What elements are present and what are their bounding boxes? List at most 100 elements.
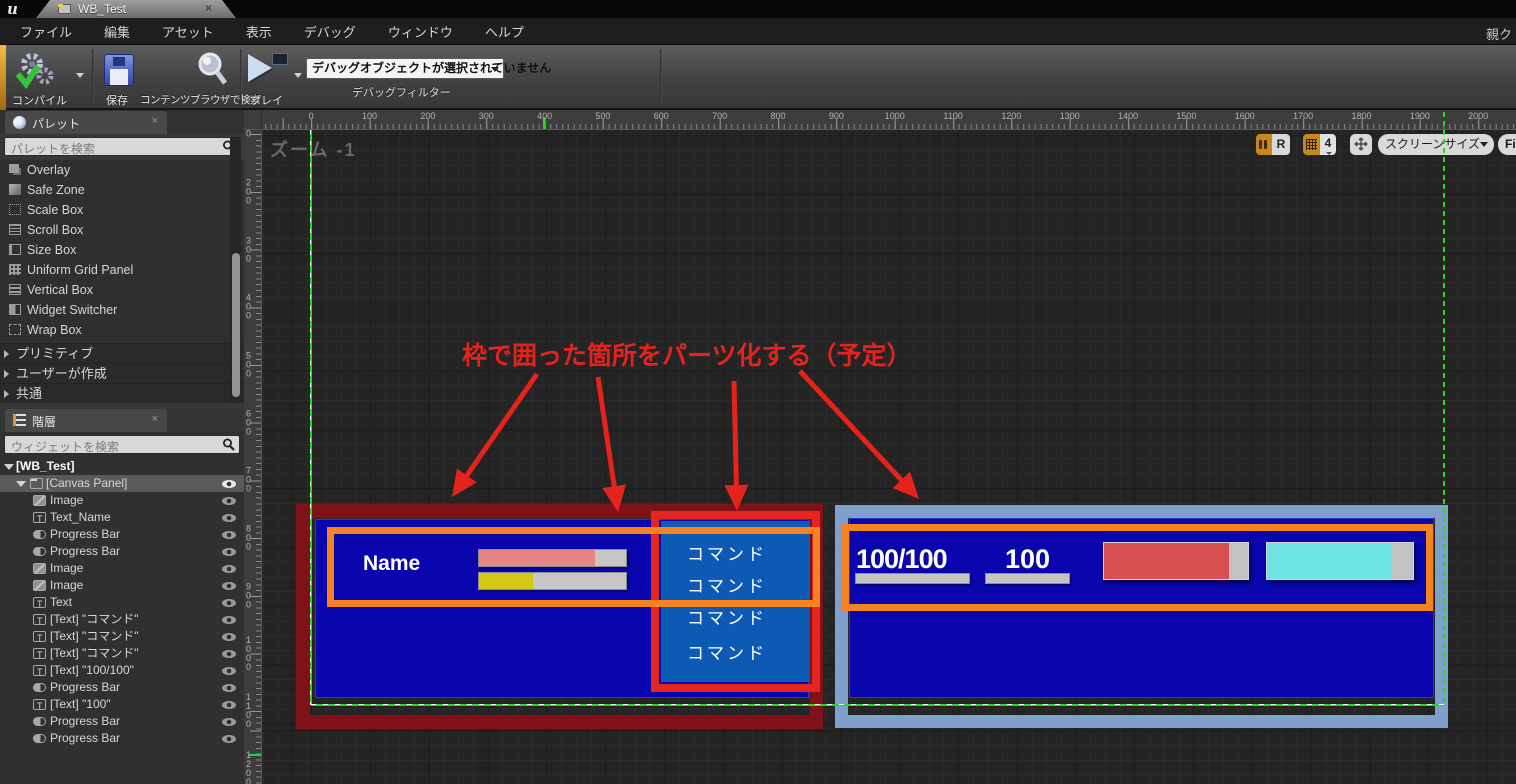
tab-hierarchy[interactable]: 階層 × — [5, 409, 167, 432]
hierarchy-search-input[interactable]: ウィジェットを検索 — [4, 435, 240, 454]
compile-options-caret-icon[interactable] — [76, 73, 84, 78]
respect-locks-button[interactable]: R — [1272, 134, 1290, 155]
visibility-eye-icon[interactable] — [222, 565, 236, 573]
palette-item[interactable]: Widget Switcher — [0, 300, 244, 320]
expander-triangle-icon[interactable] — [4, 464, 14, 470]
hierarchy-row[interactable]: Image — [0, 560, 244, 577]
hierarchy-row[interactable]: [WB_Test] — [0, 458, 244, 475]
play-options-caret-icon[interactable] — [294, 73, 302, 78]
visibility-eye-icon[interactable] — [222, 497, 236, 505]
widget-type-icon — [9, 264, 21, 275]
palette-item[interactable]: Size Box — [0, 240, 244, 260]
toolbar-separator — [240, 49, 242, 104]
menu-item[interactable]: 編集 — [88, 22, 146, 41]
visibility-eye-icon[interactable] — [222, 531, 236, 539]
outline-mode-button[interactable] — [1256, 134, 1272, 155]
widget-type-icon — [9, 224, 21, 235]
ruler-tick-label: 600 — [246, 408, 252, 437]
visibility-eye-icon[interactable] — [222, 480, 236, 488]
palette-category[interactable]: ユーザーが作成 — [0, 363, 244, 383]
menu-item[interactable]: ヘルプ — [469, 22, 540, 41]
hierarchy-tab-bar: 階層 × — [0, 408, 244, 432]
visibility-eye-icon[interactable] — [222, 684, 236, 692]
hierarchy-row[interactable]: [Canvas Panel] — [0, 475, 244, 492]
menu-item[interactable]: デバッグ — [288, 22, 372, 41]
visibility-eye-icon[interactable] — [222, 667, 236, 675]
annotation-frame-orange — [842, 524, 1433, 611]
hierarchy-row[interactable]: Image — [0, 492, 244, 509]
hierarchy-row[interactable]: [Text] "100/100" — [0, 662, 244, 681]
collapsed-triangle-icon — [4, 390, 9, 398]
left-dock-panel: パレット × パレットを検索 Overlay Safe Zone Scale B… — [0, 110, 244, 784]
hierarchy-row[interactable]: Image — [0, 577, 244, 594]
hierarchy-row[interactable]: [Text] "100" — [0, 696, 244, 715]
ruler-tick-label: 200 — [420, 111, 436, 121]
palette-item[interactable]: Scale Box — [0, 200, 244, 220]
visibility-eye-icon[interactable] — [222, 582, 236, 590]
palette-item[interactable]: Wrap Box — [0, 320, 244, 340]
widget-type-icon — [9, 184, 21, 195]
visibility-eye-icon[interactable] — [222, 548, 236, 556]
fill-screen-dropdown[interactable]: Fill — [1498, 134, 1516, 155]
tab-close-icon[interactable]: × — [205, 1, 212, 15]
visibility-eye-icon[interactable] — [222, 633, 236, 641]
debug-object-dropdown[interactable]: デバッグオブジェクトが選択されていません — [306, 58, 551, 79]
palette-category[interactable]: 共通 — [0, 383, 244, 403]
ruler-tick-label: 1800 — [1351, 111, 1372, 121]
close-icon[interactable]: × — [152, 413, 158, 425]
hierarchy-row[interactable]: Progress Bar — [0, 526, 244, 543]
hierarchy-row[interactable]: Text — [0, 594, 244, 613]
tab-palette[interactable]: パレット × — [5, 111, 167, 134]
palette-search-input[interactable]: パレットを検索 — [4, 137, 240, 156]
asset-tab-title: WB_Test — [78, 2, 127, 16]
designer-viewport[interactable]: 0 100 200 300 400 500 600 700 800 900 1000 1100 1200… — [244, 110, 1516, 784]
palette-categories: プリミティブ ユーザーが作成 共通 — [0, 343, 244, 403]
menu-item[interactable]: 表示 — [230, 22, 288, 41]
screen-size-dropdown[interactable]: スクリーンサイズ — [1378, 134, 1494, 155]
visibility-eye-icon[interactable] — [222, 514, 236, 522]
hierarchy-row[interactable]: [Text] "コマンド" — [0, 628, 244, 647]
palette-icon — [13, 116, 26, 129]
ruler-cursor-tick — [543, 117, 545, 129]
hierarchy-row[interactable]: [Text] "コマンド" — [0, 645, 244, 664]
hierarchy-row[interactable]: Progress Bar — [0, 713, 244, 730]
palette-item[interactable]: Scroll Box — [0, 220, 244, 240]
palette-item[interactable]: Uniform Grid Panel — [0, 260, 244, 280]
menu-item[interactable]: ウィンドウ — [372, 22, 469, 41]
ruler-tick-label: 1000 — [246, 634, 252, 672]
visibility-eye-icon[interactable] — [222, 650, 236, 658]
menu-items: ファイル 編集 アセット 表示 デバッグ ウィンドウ ヘルプ — [4, 18, 540, 45]
palette-item[interactable]: Overlay — [0, 160, 244, 180]
asset-tab[interactable]: WB_Test × — [36, 0, 236, 18]
grid-snap-toggle-button[interactable] — [1303, 134, 1320, 155]
ruler-tick-label: 1300 — [1059, 111, 1080, 121]
hierarchy-row[interactable]: Progress Bar — [0, 730, 244, 747]
ruler-tick-label: 800 — [770, 111, 786, 121]
localization-preview-button[interactable] — [1350, 134, 1372, 155]
palette-scrollbar-thumb[interactable] — [232, 253, 240, 397]
unreal-widget-blueprint-editor: u WB_Test × ファイル 編集 アセット 表示 デバッグ ウィンドウ ヘルプ 親ク … — [0, 0, 1516, 784]
hierarchy-row[interactable]: Progress Bar — [0, 543, 244, 560]
grid-snap-size-button[interactable]: 4 — [1320, 134, 1336, 155]
collapsed-triangle-icon — [4, 370, 9, 378]
visibility-eye-icon[interactable] — [222, 735, 236, 743]
expander-triangle-icon[interactable] — [16, 481, 26, 487]
palette-category[interactable]: プリミティブ — [0, 343, 244, 363]
visibility-eye-icon[interactable] — [222, 616, 236, 624]
hierarchy-section: 階層 × ウィジェットを検索 [WB_Test] [Canvas Panel] … — [0, 408, 244, 784]
widget-type-icon — [33, 630, 46, 647]
menu-item[interactable]: アセット — [146, 22, 230, 41]
palette-item[interactable]: Vertical Box — [0, 280, 244, 300]
hierarchy-row[interactable]: [Text] "コマンド" — [0, 611, 244, 630]
palette-item[interactable]: Safe Zone — [0, 180, 244, 200]
visibility-eye-icon[interactable] — [222, 718, 236, 726]
widget-type-icon — [30, 478, 43, 489]
ruler-corner — [244, 110, 262, 130]
menu-item[interactable]: ファイル — [4, 22, 88, 41]
hierarchy-row[interactable]: Text_Name — [0, 509, 244, 528]
hierarchy-row[interactable]: Progress Bar — [0, 679, 244, 696]
close-icon[interactable]: × — [152, 115, 158, 127]
ruler-tick-label: 700 — [712, 111, 728, 121]
visibility-eye-icon[interactable] — [222, 701, 236, 709]
visibility-eye-icon[interactable] — [222, 599, 236, 607]
